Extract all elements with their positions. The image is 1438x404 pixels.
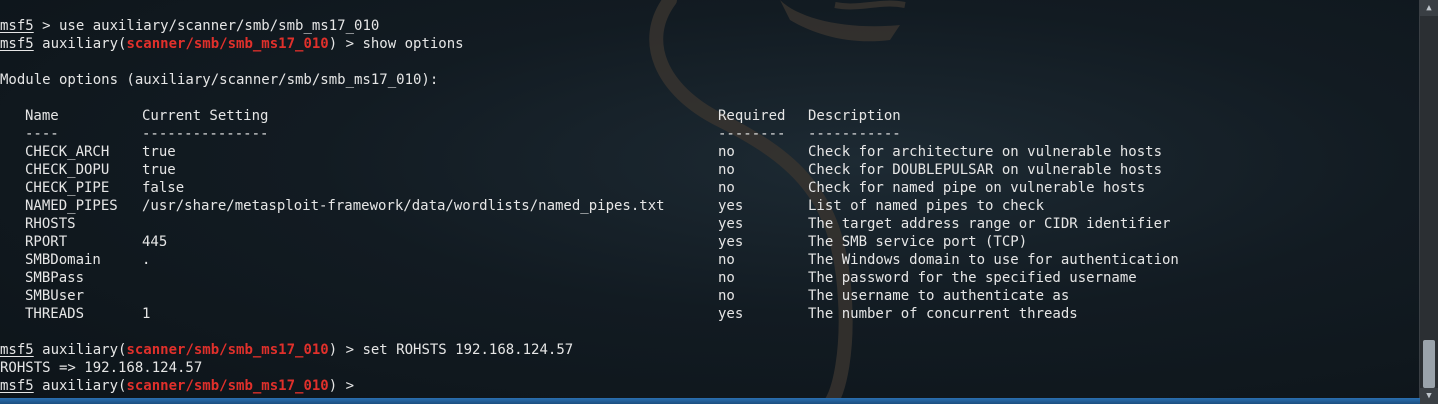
table-row: SMBUser no The username to authenticate … [0, 287, 1420, 305]
option-setting: false [142, 180, 185, 196]
header-current-setting: Current Setting [142, 108, 269, 124]
option-description: List of named pipes to check [808, 198, 1045, 214]
option-name: SMBUser [25, 288, 85, 304]
option-required: no [718, 270, 735, 286]
option-name: THREADS [25, 306, 85, 322]
vertical-scrollbar[interactable]: ▲ ▼ [1419, 0, 1438, 404]
options-table-separator: ---- --------------- -------- ----------… [0, 125, 1420, 143]
command-set: set ROHSTS 192.168.124.57 [362, 342, 574, 358]
table-row: RPORT 445 yes The SMB service port (TCP) [0, 233, 1420, 251]
table-row: CHECK_PIPE false no Check for named pipe… [0, 179, 1420, 197]
option-setting: 1 [142, 306, 151, 322]
command-use: > use auxiliary/scanner/smb/smb_ms17_010 [33, 18, 380, 34]
option-required: no [718, 288, 735, 304]
option-name: CHECK_ARCH [25, 144, 110, 160]
set-output: ROHSTS => 192.168.124.57 [0, 360, 203, 376]
msf-prompt: msf5 [0, 18, 34, 34]
option-required: yes [718, 198, 744, 214]
header-description: Description [808, 108, 901, 124]
module-name: scanner/smb/smb_ms17_010 [126, 36, 329, 52]
terminal-line-show-options: msf5 auxiliary(scanner/smb/smb_ms17_010)… [0, 35, 1420, 53]
table-row: RHOSTS yes The target address range or C… [0, 215, 1420, 233]
option-setting: true [142, 144, 176, 160]
scroll-up-icon[interactable]: ▲ [1420, 0, 1438, 16]
option-required: no [718, 180, 735, 196]
terminal-line-set: msf5 auxiliary(scanner/smb/smb_ms17_010)… [0, 341, 1420, 359]
option-setting: 445 [142, 234, 168, 250]
option-required: yes [718, 216, 744, 232]
separator-required: -------- [718, 126, 786, 142]
option-required: no [718, 162, 735, 178]
option-required: yes [718, 234, 744, 250]
option-name: RPORT [25, 234, 68, 250]
option-description: The password for the specified username [808, 270, 1137, 286]
header-required: Required [718, 108, 786, 124]
module-name: scanner/smb/smb_ms17_010 [126, 378, 329, 394]
option-name: CHECK_DOPU [25, 162, 110, 178]
option-required: no [718, 252, 735, 268]
taskbar-edge [0, 398, 1420, 404]
aux-prefix: auxiliary( [33, 378, 127, 394]
scrollbar-thumb[interactable] [1423, 340, 1435, 388]
table-row: NAMED_PIPES /usr/share/metasploit-framew… [0, 197, 1420, 215]
option-description: The SMB service port (TCP) [808, 234, 1028, 250]
option-name: SMBPass [25, 270, 85, 286]
option-required: no [718, 144, 735, 160]
option-required: yes [718, 306, 744, 322]
scroll-down-icon[interactable]: ▼ [1420, 388, 1438, 404]
option-description: Check for named pipe on vulnerable hosts [808, 180, 1146, 196]
option-setting: /usr/share/metasploit-framework/data/wor… [142, 198, 665, 214]
option-description: The Windows domain to use for authentica… [808, 252, 1179, 268]
option-name: CHECK_PIPE [25, 180, 110, 196]
options-table-header: Name Current Setting Required Descriptio… [0, 107, 1420, 125]
option-description: The target address range or CIDR identif… [808, 216, 1171, 232]
separator-current-setting: --------------- [142, 126, 269, 142]
option-description: Check for architecture on vulnerable hos… [808, 144, 1163, 160]
table-row: CHECK_DOPU true no Check for DOUBLEPULSA… [0, 161, 1420, 179]
command-show-options: show options [362, 36, 464, 52]
table-row: CHECK_ARCH true no Check for architectur… [0, 143, 1420, 161]
option-description: The username to authenticate as [808, 288, 1070, 304]
msf-prompt: msf5 [0, 342, 34, 358]
option-description: The number of concurrent threads [808, 306, 1078, 322]
separator-description: ----------- [808, 126, 901, 142]
module-name: scanner/smb/smb_ms17_010 [126, 342, 329, 358]
module-options-heading: Module options (auxiliary/scanner/smb/sm… [0, 72, 439, 88]
msf-prompt: msf5 [0, 378, 34, 394]
option-name: RHOSTS [25, 216, 76, 232]
separator-name: ---- [25, 126, 59, 142]
option-setting: . [142, 252, 151, 268]
aux-prefix: auxiliary( [33, 36, 127, 52]
aux-suffix: ) > [328, 36, 363, 52]
option-name: SMBDomain [25, 252, 101, 268]
option-setting: true [142, 162, 176, 178]
table-row: SMBDomain . no The Windows domain to use… [0, 251, 1420, 269]
table-row: SMBPass no The password for the specifie… [0, 269, 1420, 287]
table-row: THREADS 1 yes The number of concurrent t… [0, 305, 1420, 323]
header-name: Name [25, 108, 59, 124]
option-description: Check for DOUBLEPULSAR on vulnerable hos… [808, 162, 1163, 178]
terminal-line-current-prompt[interactable]: msf5 auxiliary(scanner/smb/smb_ms17_010)… [0, 377, 1420, 395]
aux-prefix: auxiliary( [33, 342, 127, 358]
msf-prompt: msf5 [0, 36, 34, 52]
option-name: NAMED_PIPES [25, 198, 118, 214]
terminal-output[interactable]: msf5 > use auxiliary/scanner/smb/smb_ms1… [0, 17, 1420, 395]
aux-suffix: ) > [328, 342, 363, 358]
aux-suffix: ) > [328, 378, 363, 394]
terminal-line-use: msf5 > use auxiliary/scanner/smb/smb_ms1… [0, 17, 1420, 35]
